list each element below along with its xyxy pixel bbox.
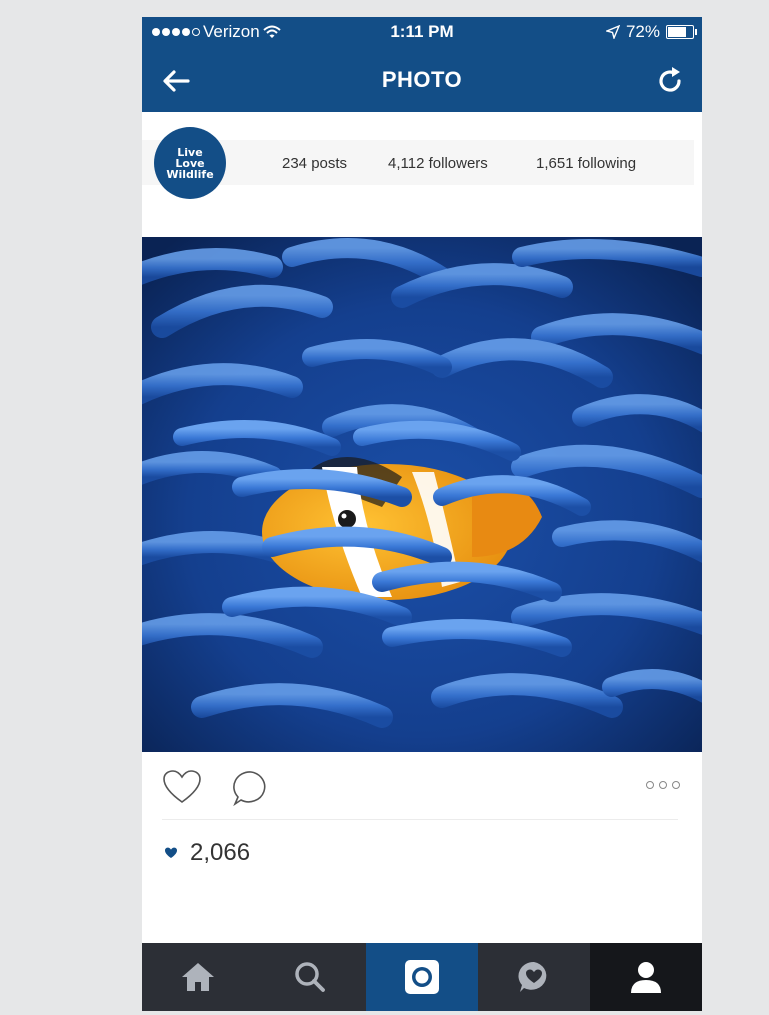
posts-stat[interactable]: 234 posts xyxy=(282,155,347,172)
phone-screen: Verizon 1:11 PM 72% PHOTO Live Love Wild… xyxy=(142,17,702,1011)
camera-icon xyxy=(405,960,439,994)
tab-camera[interactable] xyxy=(366,943,478,1011)
followers-stat[interactable]: 4,112 followers xyxy=(388,155,488,172)
likes-count: 2,066 xyxy=(190,839,251,866)
tab-activity[interactable] xyxy=(478,943,590,1011)
status-bar: Verizon 1:11 PM 72% xyxy=(142,17,702,47)
followers-label: followers xyxy=(428,155,488,172)
followers-count: 4,112 xyxy=(388,155,425,172)
activity-icon xyxy=(518,961,547,992)
tab-search[interactable] xyxy=(254,943,366,1011)
battery-percent: 72% xyxy=(625,22,660,41)
following-label: following xyxy=(577,155,637,172)
app-header: Verizon 1:11 PM 72% PHOTO xyxy=(142,17,702,112)
like-heart-icon[interactable] xyxy=(162,769,202,805)
divider xyxy=(162,819,678,820)
more-options-icon[interactable] xyxy=(646,781,680,789)
avatar-text-line: Live xyxy=(177,145,203,159)
comment-icon[interactable] xyxy=(232,769,270,807)
page-title: PHOTO xyxy=(381,67,463,92)
avatar[interactable]: Live Love Wildlife xyxy=(154,127,226,199)
heart-filled-icon xyxy=(165,847,177,858)
clownfish-in-anemone-image xyxy=(142,237,702,752)
avatar-text-line: Wildlife xyxy=(166,167,214,181)
bottom-tab-bar xyxy=(142,943,702,1011)
search-icon xyxy=(295,962,325,992)
following-stat[interactable]: 1,651 following xyxy=(536,155,636,172)
post-photo[interactable] xyxy=(142,237,702,752)
refresh-icon[interactable] xyxy=(652,63,688,99)
tab-profile[interactable] xyxy=(590,943,702,1011)
likes-summary[interactable]: 2,066 xyxy=(164,839,250,867)
home-icon xyxy=(182,963,214,991)
profile-icon xyxy=(631,962,661,993)
posts-label: posts xyxy=(311,155,348,172)
tab-home[interactable] xyxy=(142,943,254,1011)
avatar-text-line: Love xyxy=(175,156,205,170)
battery-icon xyxy=(666,25,697,39)
location-arrow-icon xyxy=(605,25,620,39)
status-right: 72% xyxy=(605,22,697,42)
following-count: 1,651 xyxy=(536,155,574,172)
posts-count: 234 xyxy=(282,155,308,172)
